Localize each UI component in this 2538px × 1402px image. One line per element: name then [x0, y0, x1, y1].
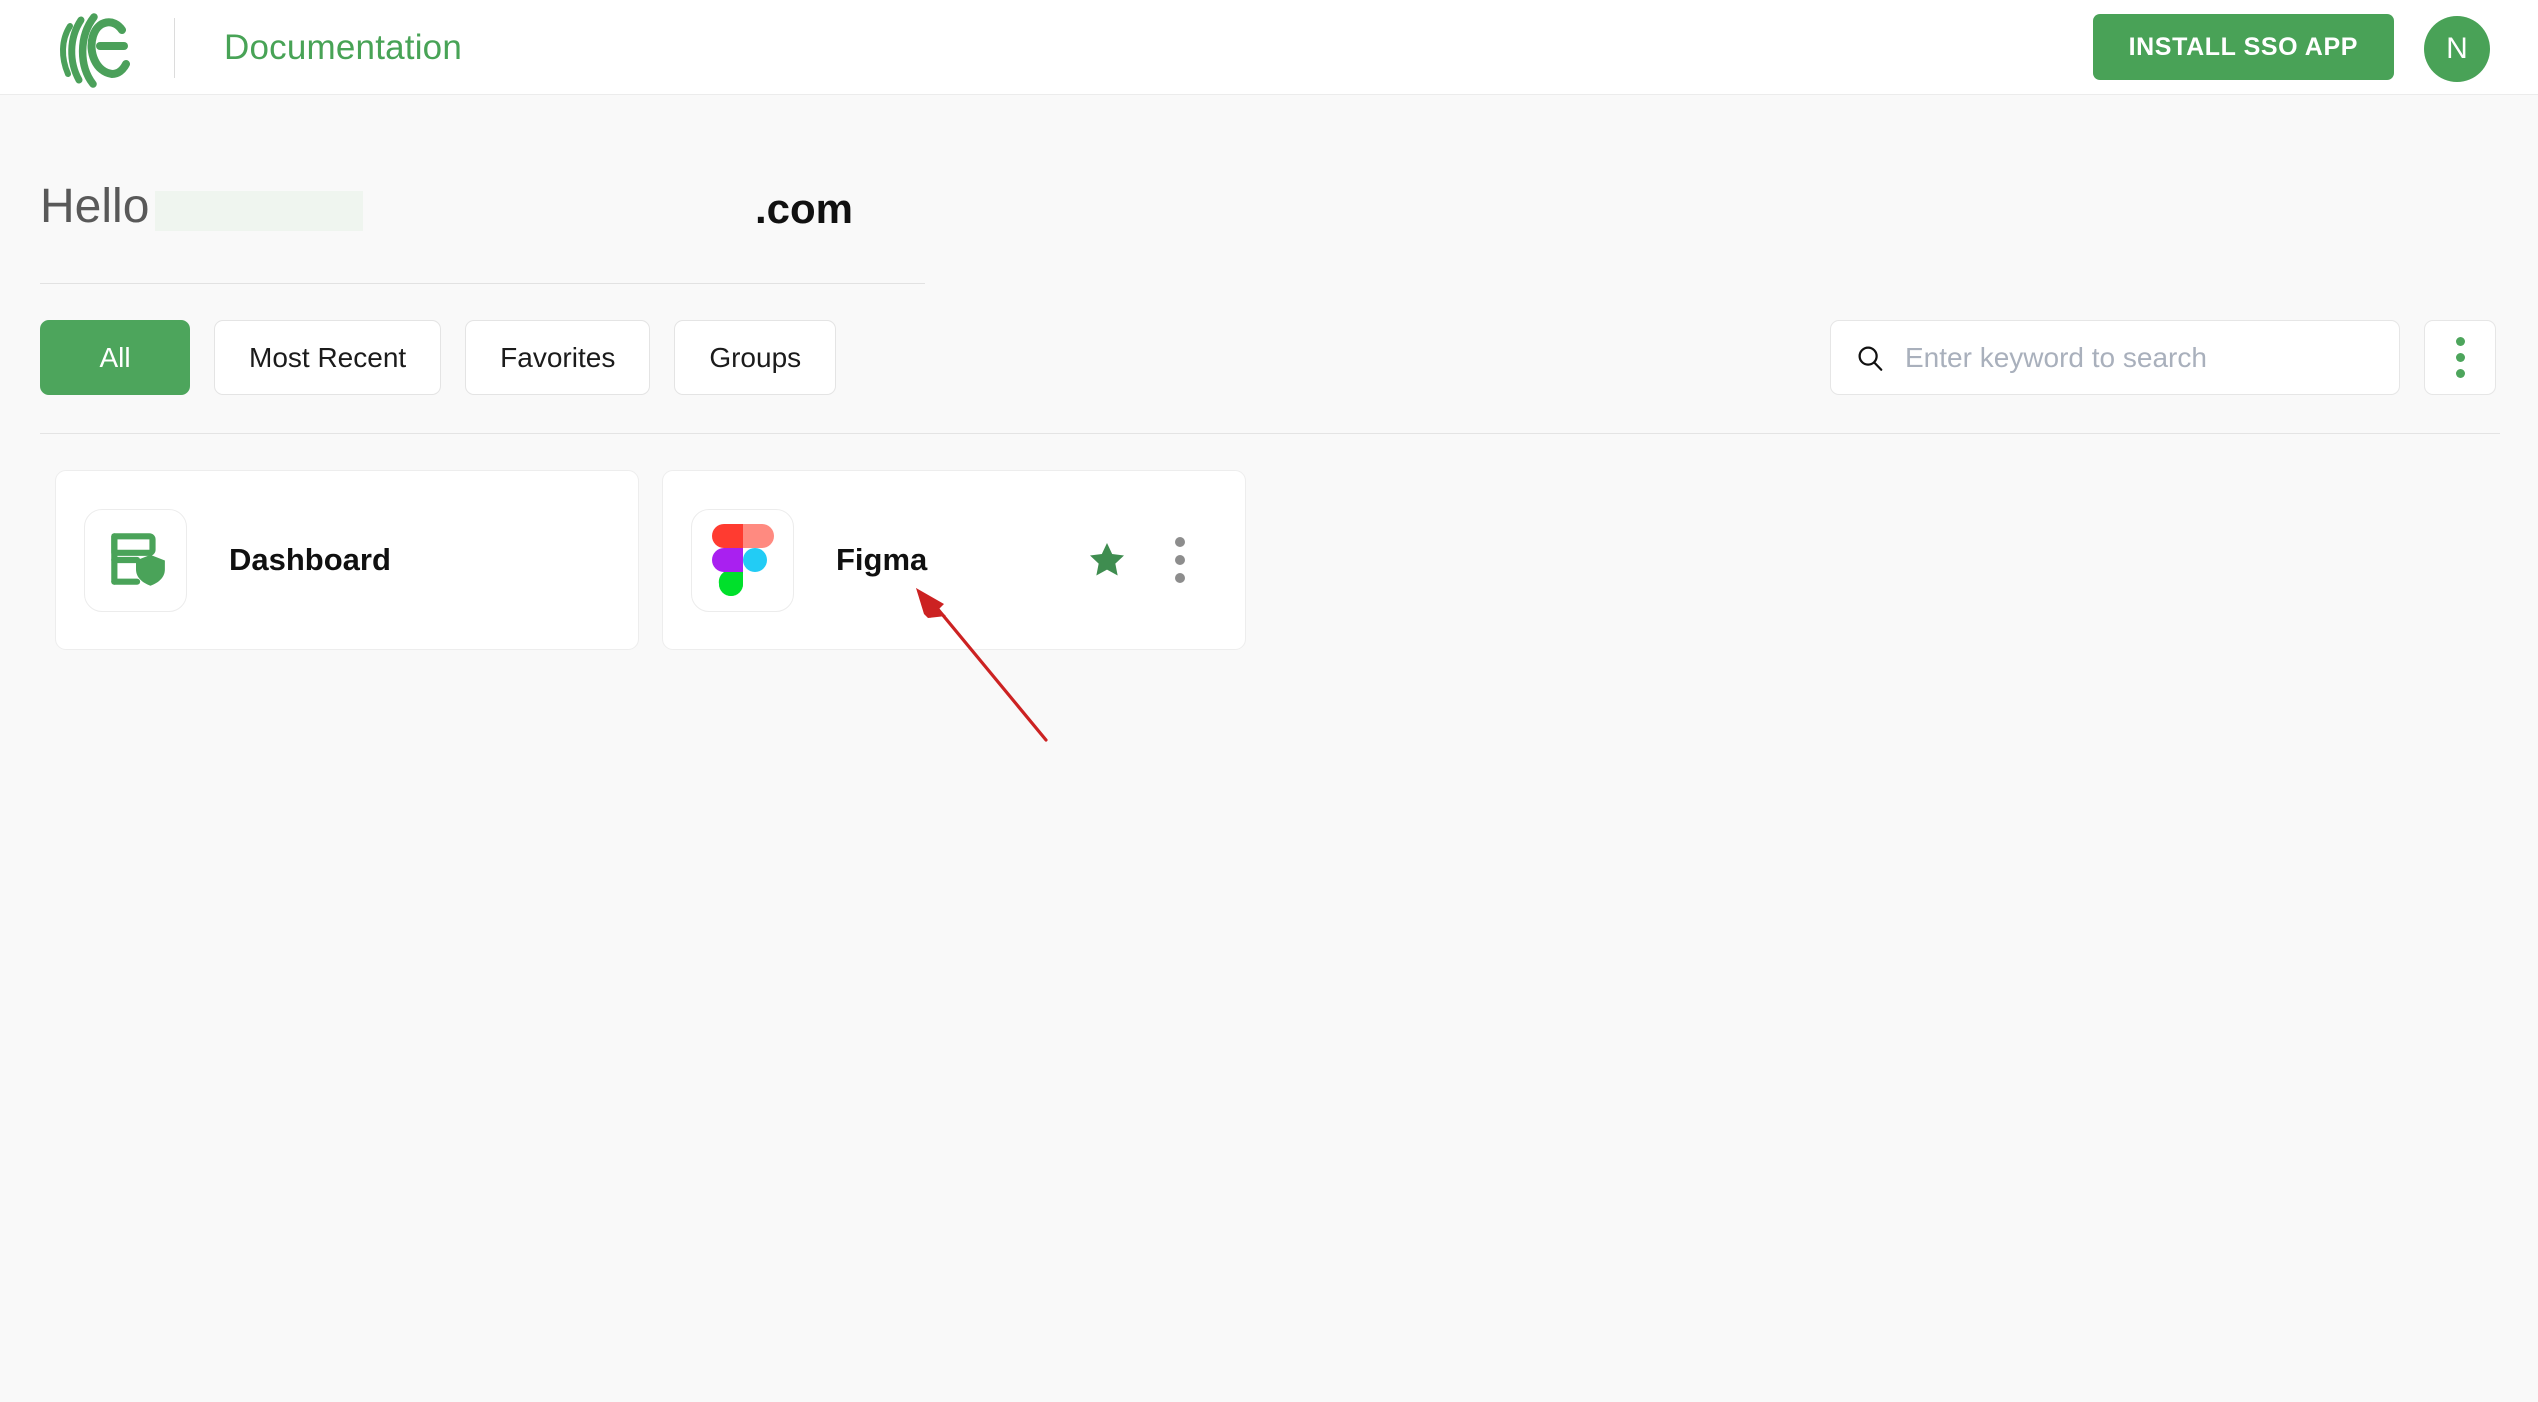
toolbar-more-options-button[interactable]: [2424, 320, 2496, 395]
kebab-dot-2: [1175, 555, 1185, 565]
greeting-domain-text: .com: [755, 185, 854, 232]
app-card-figma[interactable]: Figma: [662, 470, 1246, 650]
dashboard-shield-icon: [110, 533, 165, 586]
app-card-label: Dashboard: [229, 542, 391, 577]
header-divider: [174, 18, 175, 78]
kebab-dot-1: [1175, 537, 1185, 547]
app-card-grid: Dashboard Figma: [55, 470, 1246, 650]
tab-groups[interactable]: Groups: [674, 320, 837, 395]
greeting-divider: [40, 283, 925, 284]
figma-logo-icon: [711, 524, 774, 596]
redacted-username: [155, 191, 364, 231]
install-sso-app-button[interactable]: INSTALL SSO APP: [2092, 14, 2394, 80]
kebab-dot-3: [2455, 369, 2465, 378]
miniorange-e-logo-icon[interactable]: [48, 8, 136, 88]
search-icon: [1858, 345, 1883, 371]
kebab-dot-3: [1175, 573, 1185, 583]
app-icon-container: [84, 508, 187, 612]
app-card-dashboard[interactable]: Dashboard: [55, 470, 639, 650]
kebab-dot-1: [2455, 337, 2465, 346]
greeting-hello-text: Hello: [40, 180, 150, 233]
favorite-star-icon[interactable]: [1087, 540, 1127, 580]
app-header: Documentation INSTALL SSO APP N: [0, 0, 2538, 95]
app-card-label: Figma: [836, 542, 928, 577]
app-icon-container: [691, 508, 794, 612]
filter-tabs: All Most Recent Favorites Groups: [40, 320, 837, 395]
search-box[interactable]: [1830, 320, 2400, 395]
search-input[interactable]: [1905, 341, 2375, 374]
content-divider: [40, 433, 2500, 434]
tab-favorites[interactable]: Favorites: [465, 320, 651, 395]
greeting: Hello: [40, 180, 364, 239]
tab-most-recent[interactable]: Most Recent: [214, 320, 442, 395]
page-title: Documentation: [224, 28, 463, 67]
avatar[interactable]: N: [2424, 16, 2490, 82]
tab-all[interactable]: All: [40, 320, 190, 395]
app-card-more-options-button[interactable]: [1163, 534, 1197, 586]
kebab-dot-2: [2455, 353, 2465, 362]
